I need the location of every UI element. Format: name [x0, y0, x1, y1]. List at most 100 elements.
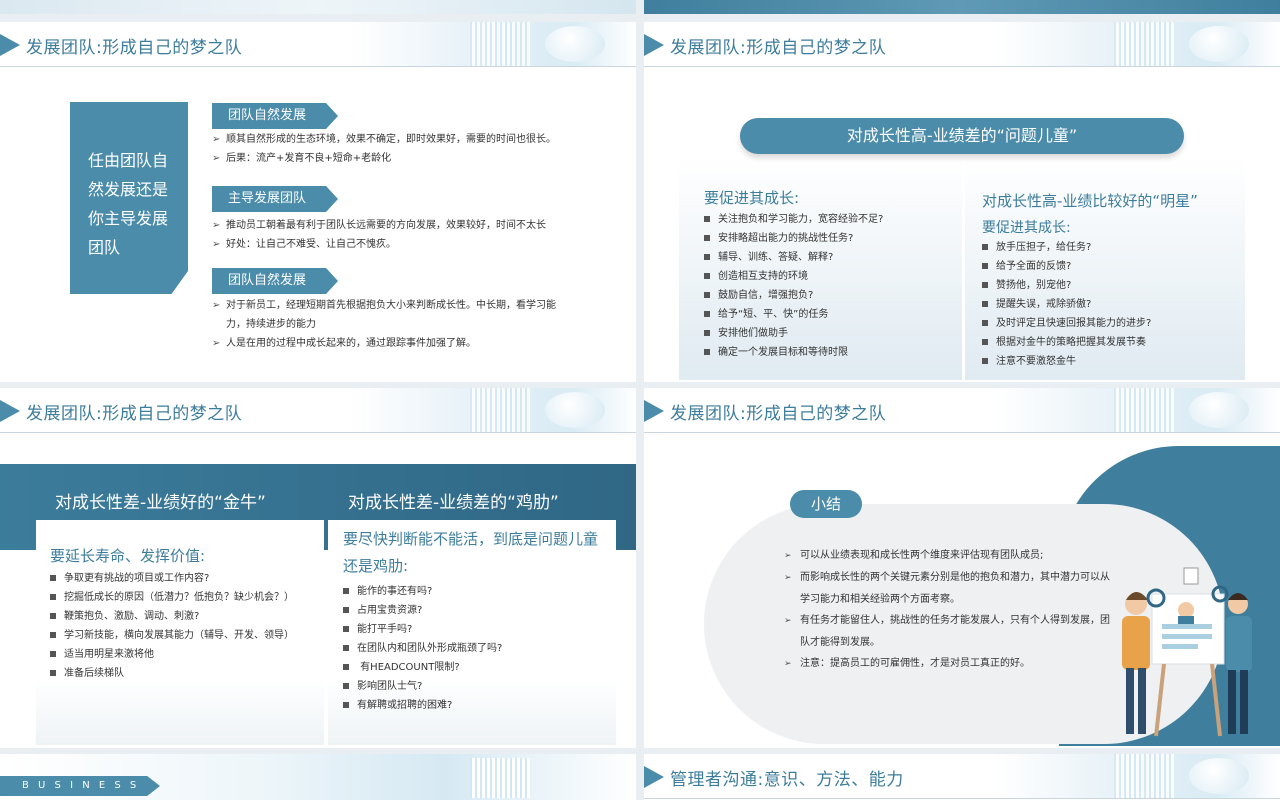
list-item: 关注抱负和学习能力，宽容经验不足?	[704, 210, 944, 229]
slide-title: 发展团队:形成自己的梦之队	[670, 38, 887, 58]
summary-pill: 小结	[790, 490, 862, 518]
list-item-text: 争取更有挑战的项目或工作内容?	[64, 573, 210, 584]
list-item: 安排略超出能力的挑战性任务?	[704, 229, 944, 248]
list-item: 占用宝贵资源?	[343, 601, 613, 620]
slide-business-cover[interactable]: B U S I N E S S	[0, 754, 636, 800]
square-bullet-icon	[704, 273, 710, 279]
list-item: ➢ 可以从业绩表现和成长性两个维度来评估现有团队成员;	[784, 545, 1114, 567]
panel-divider	[962, 157, 965, 380]
list-item-text: 有解聘或招聘的困难?	[357, 700, 453, 711]
list-item-text: 学习新技能，横向发展其能力（辅导、开发、领导）	[64, 630, 294, 641]
slide-header: 发展团队:形成自己的梦之队	[644, 388, 1280, 433]
list-item-text: 占用宝贵资源?	[357, 605, 423, 616]
bullet-text: 后果：流产+发育不良+短命+老龄化	[226, 153, 392, 164]
bullet-text: 人是在用的过程中成长起来的，通过跟踪事件加强了解。	[226, 338, 476, 349]
list-item-text: 在团队内和团队外形成瓶颈了吗?	[357, 643, 503, 654]
slide-cash-cow-chicken-rib[interactable]: 发展团队:形成自己的梦之队 对成长性差-业绩好的“金牛” 对成长性差-业绩差的“…	[0, 388, 636, 748]
list-item: 鼓励自信，增强抱负?	[704, 286, 944, 305]
list-item: 创造相互支持的环境	[704, 267, 944, 286]
list-item-text: 安排略超出能力的挑战性任务?	[718, 233, 854, 244]
list-item: 给予“短、平、快”的任务	[704, 305, 944, 324]
question-text: 任由团队自然发展还是你主导发展团队	[88, 151, 169, 257]
list-item: ➢ 有任务才能留住人，挑战性的任务才能发展人，只有个人得到发展，团队才能得到发展。	[784, 610, 1114, 653]
list-item-text: 根据对金牛的策略把握其发展节奏	[996, 337, 1146, 348]
list-item: 能作的事还有吗?	[343, 582, 613, 601]
square-bullet-icon	[704, 216, 710, 222]
list-item: 在团队内和团队外形成瓶颈了吗?	[343, 639, 613, 658]
slide-summary[interactable]: 发展团队:形成自己的梦之队 小结 ➢ 可以从业绩表现和成长性两个维度来评估现有团队…	[644, 388, 1280, 748]
list-item-text: 有任务才能留住人，挑战性的任务才能发展人，只有个人得到发展，团队才能得到发展。	[800, 615, 1110, 648]
list-item-text: 及时评定且快速回报其能力的进步?	[996, 318, 1152, 329]
list-item: 及时评定且快速回报其能力的进步?	[982, 314, 1232, 333]
slide-problem-children-stars[interactable]: 发展团队:形成自己的梦之队 对成长性高-业绩差的“问题儿童” 要促进其成长: 关…	[644, 22, 1280, 382]
people-with-board-illustration	[1122, 567, 1252, 737]
list-item-text: 而影响成长性的两个关键元素分别是他的抱负和潜力，其中潜力可以从学习能力和相关经验…	[800, 572, 1110, 605]
square-bullet-icon	[343, 626, 349, 632]
square-bullet-icon	[343, 607, 349, 613]
list-item: 放手压担子，给任务?	[982, 238, 1232, 257]
slide-manager-communication[interactable]: 管理者沟通:意识、方法、能力	[644, 754, 1280, 800]
list-item-text: 挖掘低成长的原因（低潜力？低抱负？缺少机会？）	[64, 592, 294, 603]
tag-natural-development: 团队自然发展	[212, 103, 338, 129]
list-item: ➢ 而影响成长性的两个关键元素分别是他的抱负和潜力，其中潜力可以从学习能力和相关经…	[784, 567, 1114, 610]
list-item: 提醒失误，戒除骄傲?	[982, 295, 1232, 314]
decor-stripes	[470, 758, 530, 798]
square-bullet-icon	[982, 301, 988, 307]
list-item: 适当用明星来激将他	[50, 645, 320, 664]
business-label: B U S I N E S S	[22, 780, 140, 791]
prev-slide-strip-left	[0, 0, 636, 14]
list-item-text: 适当用明星来激将他	[64, 649, 154, 660]
prev-slide-strip-right	[644, 0, 1280, 14]
problem-children-pill: 对成长性高-业绩差的“问题儿童”	[740, 118, 1184, 154]
slide-header: 管理者沟通:意识、方法、能力	[644, 754, 1280, 799]
left-subtitle: 要促进其成长:	[704, 189, 800, 207]
slide-natural-vs-guided[interactable]: 发展团队:形成自己的梦之队 任由团队自然发展还是你主导发展团队 团队自然发展 ➢…	[0, 22, 636, 382]
square-bullet-icon	[343, 664, 349, 670]
list-item-text: 给予全面的反馈?	[996, 261, 1072, 272]
question-box: 任由团队自然发展还是你主导发展团队	[70, 102, 188, 294]
square-bullet-icon	[982, 339, 988, 345]
list-item: 影响团队士气?	[343, 677, 613, 696]
cash-cow-title: 对成长性差-业绩好的“金牛”	[55, 493, 266, 513]
header-triangle-icon	[644, 766, 664, 788]
slide-title: 发展团队:形成自己的梦之队	[26, 404, 243, 424]
header-triangle-icon	[0, 400, 20, 422]
slide-header: 发展团队:形成自己的梦之队	[0, 388, 636, 433]
bullet-text: 顺其自然形成的生态环境，效果不确定，即时效果好，需要的时间也很长。	[226, 134, 556, 145]
header-triangle-icon	[644, 34, 664, 56]
list-item: 给予全面的反馈?	[982, 257, 1232, 276]
tag-natural-development-2: 团队自然发展	[212, 268, 338, 294]
square-bullet-icon	[982, 320, 988, 326]
list-item: 安排他们做助手	[704, 324, 944, 343]
square-bullet-icon	[704, 330, 710, 336]
chicken-rib-title: 对成长性差-业绩差的“鸡肋”	[348, 493, 559, 513]
list-item-text: 鼓励自信，增强抱负?	[718, 290, 814, 301]
list-item-text: 能打平手吗?	[357, 624, 413, 635]
list-item: 学习新技能，横向发展其能力（辅导、开发、领导）	[50, 626, 320, 645]
list-item-text: 准备后续梯队	[64, 668, 124, 679]
list-item: 注意不要激怒金牛	[982, 352, 1232, 371]
list-item: 能打平手吗?	[343, 620, 613, 639]
square-bullet-icon	[704, 235, 710, 241]
tag-guided-development: 主导发展团队	[212, 186, 338, 212]
slide-title: 发展团队:形成自己的梦之队	[670, 404, 887, 424]
square-bullet-icon	[704, 311, 710, 317]
list-item: 辅导、训练、答疑、解释?	[704, 248, 944, 267]
list-item-text: 注意不要激怒金牛	[996, 356, 1076, 367]
square-bullet-icon	[704, 349, 710, 355]
list-item: 赞扬他，别宠他?	[982, 276, 1232, 295]
slide-header: 发展团队:形成自己的梦之队	[0, 22, 636, 67]
right-list: 放手压担子，给任务? 给予全面的反馈? 赞扬他，别宠他? 提醒失误，戒除骄傲? 及时评定…	[982, 238, 1232, 371]
chicken-rib-subtitle: 要尽快判断能不能活，到底是问题儿童还是鸡肋:	[343, 530, 599, 575]
slide-title: 管理者沟通:意识、方法、能力	[670, 770, 904, 790]
list-item: ➢ 注意：提高员工的可雇佣性，才是对员工真正的好。	[784, 653, 1114, 675]
header-triangle-icon	[644, 400, 664, 422]
arrow-bullet-icon: ➢	[784, 616, 792, 626]
square-bullet-icon	[50, 632, 56, 638]
square-bullet-icon	[982, 244, 988, 250]
square-bullet-icon	[343, 683, 349, 689]
arrow-bullet-icon: ➢	[784, 573, 792, 583]
profile-card-icon	[1183, 567, 1199, 585]
square-bullet-icon	[982, 282, 988, 288]
square-bullet-icon	[50, 670, 56, 676]
